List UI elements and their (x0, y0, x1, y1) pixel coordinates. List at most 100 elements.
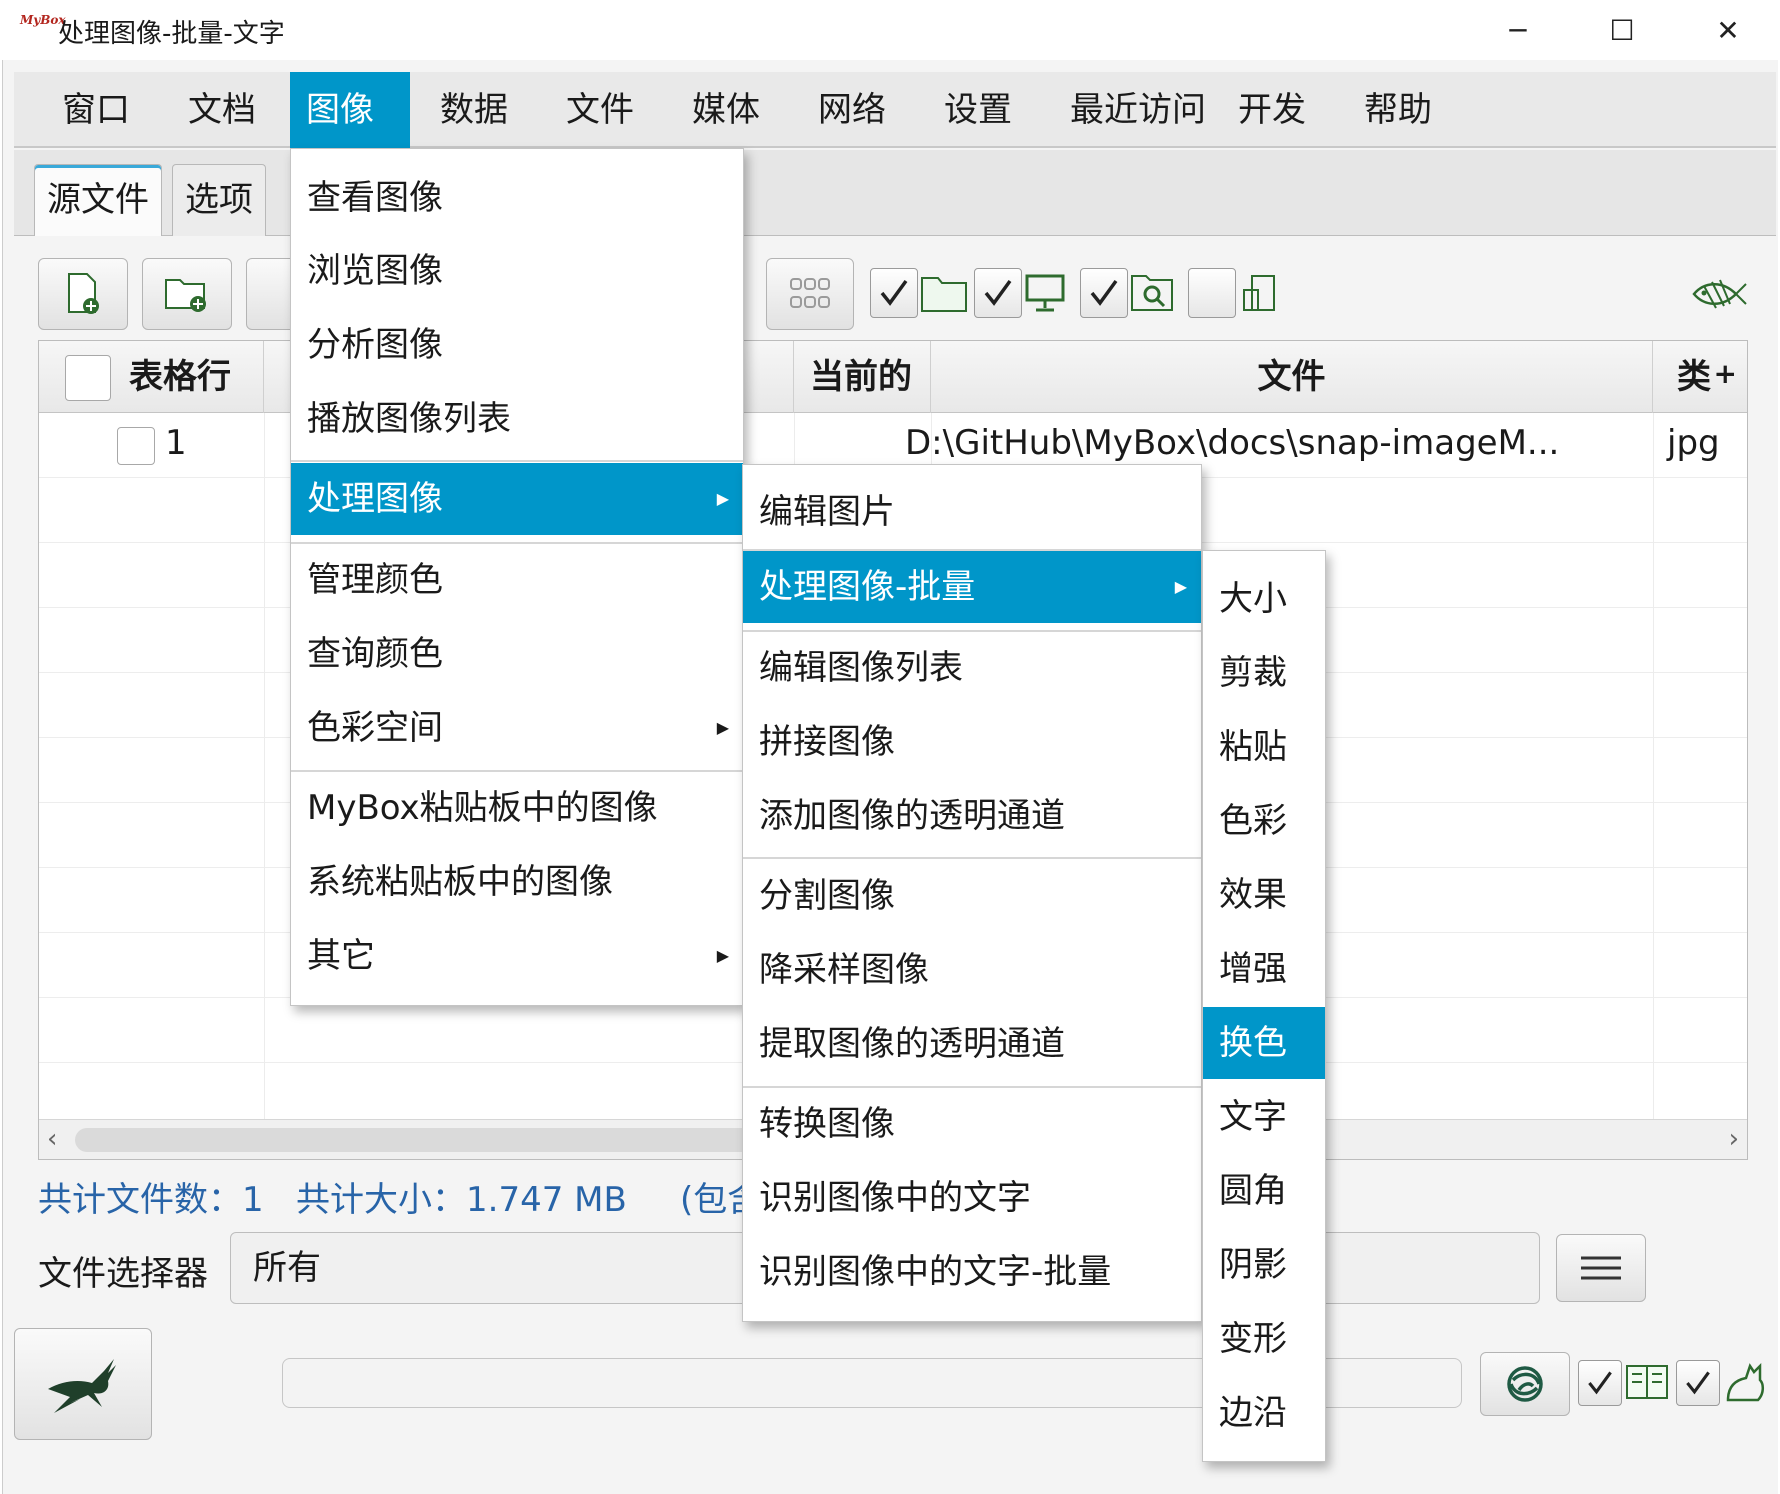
menu-file[interactable]: 文件 (550, 72, 650, 148)
search-folder-checkbox[interactable] (1080, 268, 1128, 318)
menu-develop[interactable]: 开发 (1222, 72, 1322, 148)
menu-item-color-space[interactable]: 色彩空间 ▶ (291, 692, 743, 764)
menu-item-round-corners[interactable]: 圆角 (1203, 1155, 1325, 1227)
menu-item-size[interactable]: 大小 (1203, 563, 1325, 635)
menu-item-ocr-batch[interactable]: 识别图像中的文字-批量 (743, 1236, 1201, 1308)
menu-item-analyse-image[interactable]: 分析图像 (291, 309, 743, 381)
menu-item-margins[interactable]: 边沿 (1203, 1377, 1325, 1449)
menu-item-system-clipboard[interactable]: 系统粘贴板中的图像 (291, 846, 743, 918)
menu-separator (743, 857, 1201, 859)
column-header-current[interactable]: 当前的 (794, 341, 931, 413)
notes-checkbox[interactable] (1578, 1360, 1622, 1406)
row-file-path: D:\GitHub\MyBox\docs\snap-imageM... (905, 423, 1560, 463)
process-images-submenu: 编辑图片 处理图像-批量 ▶ 编辑图像列表 拼接图像 添加图像的透明通道 分割图像… (742, 464, 1202, 1322)
menu-item-add-alpha[interactable]: 添加图像的透明通道 (743, 780, 1201, 852)
scroll-thumb[interactable] (75, 1128, 775, 1152)
checkmark-icon (1686, 1371, 1710, 1395)
open-folder-checkbox[interactable] (870, 268, 918, 318)
menu-item-color[interactable]: 色彩 (1203, 785, 1325, 857)
menu-document[interactable]: 文档 (172, 72, 272, 148)
menu-image[interactable]: 图像 (290, 72, 410, 148)
folder-search-icon (1131, 275, 1173, 311)
spiral-icon (1507, 1366, 1543, 1402)
select-all-checkbox[interactable] (65, 355, 111, 401)
menu-recent[interactable]: 最近访问 (1054, 72, 1222, 148)
menu-data[interactable]: 数据 (424, 72, 524, 148)
toolbar-button-hidden[interactable] (246, 258, 296, 330)
menu-item-text[interactable]: 文字 (1203, 1081, 1325, 1153)
menu-media[interactable]: 媒体 (676, 72, 776, 148)
menu-item-combine-images[interactable]: 拼接图像 (743, 706, 1201, 778)
column-divider (264, 413, 265, 1119)
monitor-icon (1025, 274, 1065, 312)
menu-help[interactable]: 帮助 (1348, 72, 1448, 148)
start-button[interactable] (14, 1328, 152, 1440)
menu-item-extract-alpha[interactable]: 提取图像的透明通道 (743, 1008, 1201, 1080)
menu-item-browse-images[interactable]: 浏览图像 (291, 235, 743, 307)
checkmark-icon (1588, 1371, 1612, 1395)
show-desktop-checkbox[interactable] (974, 268, 1022, 318)
checkmark-icon (984, 279, 1012, 306)
row-index: 1 (165, 423, 187, 463)
column-divider (1653, 413, 1654, 1119)
title-bar: MyBox 处理图像-批量-文字 ─ ☐ ✕ (0, 0, 1780, 60)
menu-item-replace-color[interactable]: 换色 (1203, 1007, 1325, 1079)
cat-icon (1726, 1362, 1764, 1402)
menu-item-crop[interactable]: 剪裁 (1203, 637, 1325, 709)
menu-item-play-image-list[interactable]: 播放图像列表 (291, 383, 743, 455)
openai-button[interactable] (1480, 1352, 1570, 1416)
menu-item-edit-image[interactable]: 编辑图片 (743, 476, 1201, 548)
panel-icon (1243, 275, 1275, 311)
menu-item-others[interactable]: 其它 ▶ (291, 920, 743, 992)
view-button[interactable] (766, 258, 854, 330)
row-file-type: jpg (1667, 423, 1720, 463)
menu-network[interactable]: 网络 (802, 72, 902, 148)
column-header-file[interactable]: 文件 (931, 341, 1653, 413)
add-directory-button[interactable] (142, 258, 232, 330)
menu-settings[interactable]: 设置 (928, 72, 1028, 148)
tab-source-files[interactable]: 源文件 (34, 164, 162, 236)
menu-item-query-colors[interactable]: 查询颜色 (291, 618, 743, 690)
menu-item-convert-image[interactable]: 转换图像 (743, 1088, 1201, 1160)
mybox-logo-icon: MyBox (20, 13, 66, 27)
menu-item-transform[interactable]: 变形 (1203, 1303, 1325, 1375)
add-folder-icon (165, 279, 206, 312)
fish-icon[interactable] (1690, 272, 1748, 316)
menu-item-paste[interactable]: 粘贴 (1203, 711, 1325, 783)
menu-item-view-image[interactable]: 查看图像 (291, 162, 743, 234)
folder-icon (921, 277, 967, 312)
menu-item-edit-image-list[interactable]: 编辑图像列表 (743, 632, 1201, 704)
menu-item-ocr[interactable]: 识别图像中的文字 (743, 1162, 1201, 1234)
column-add-icon[interactable]: + (1714, 357, 1737, 390)
menu-item-process-images[interactable]: 处理图像 ▶ (291, 463, 743, 535)
maximize-button[interactable]: ☐ (1592, 8, 1652, 52)
minimize-button[interactable]: ─ (1488, 8, 1548, 52)
menu-item-effects[interactable]: 效果 (1203, 859, 1325, 931)
menu-item-manage-colors[interactable]: 管理颜色 (291, 544, 743, 616)
row-checkbox[interactable] (117, 427, 155, 465)
list-icon (1581, 1256, 1621, 1280)
menu-item-split-image[interactable]: 分割图像 (743, 860, 1201, 932)
menu-item-mybox-clipboard[interactable]: MyBox粘贴板中的图像 (291, 772, 743, 844)
menu-item-subsample-image[interactable]: 降采样图像 (743, 934, 1201, 1006)
tab-strip: 源文件 选项 (14, 150, 1776, 236)
menu-item-enhance[interactable]: 增强 (1203, 933, 1325, 1005)
tab-options[interactable]: 选项 (172, 164, 266, 236)
menu-list-button[interactable] (1556, 1234, 1646, 1302)
column-header-row[interactable]: 表格行 (39, 341, 264, 413)
scroll-right-icon[interactable]: › (1729, 1124, 1739, 1154)
cat-checkbox[interactable] (1676, 1360, 1720, 1406)
menu-item-process-images-batch[interactable]: 处理图像-批量 ▶ (743, 551, 1201, 623)
add-file-icon (68, 273, 99, 314)
antelope-icon (48, 1359, 116, 1413)
menu-window[interactable]: 窗口 (46, 72, 146, 148)
batch-submenu: 大小 剪裁 粘贴 色彩 效果 增强 换色 文字 圆角 阴影 变形 边沿 (1202, 550, 1326, 1462)
submenu-arrow-icon: ▶ (716, 489, 729, 508)
menu-bar: 窗口 文档 图像 数据 文件 媒体 网络 设置 最近访问 开发 帮助 (14, 72, 1776, 148)
close-button[interactable]: ✕ (1698, 8, 1758, 52)
scroll-left-icon[interactable]: ‹ (47, 1124, 57, 1154)
menu-item-shadow[interactable]: 阴影 (1203, 1229, 1325, 1301)
notebook-icon (1626, 1365, 1668, 1399)
split-view-checkbox[interactable] (1188, 268, 1236, 318)
add-files-button[interactable] (38, 258, 128, 330)
